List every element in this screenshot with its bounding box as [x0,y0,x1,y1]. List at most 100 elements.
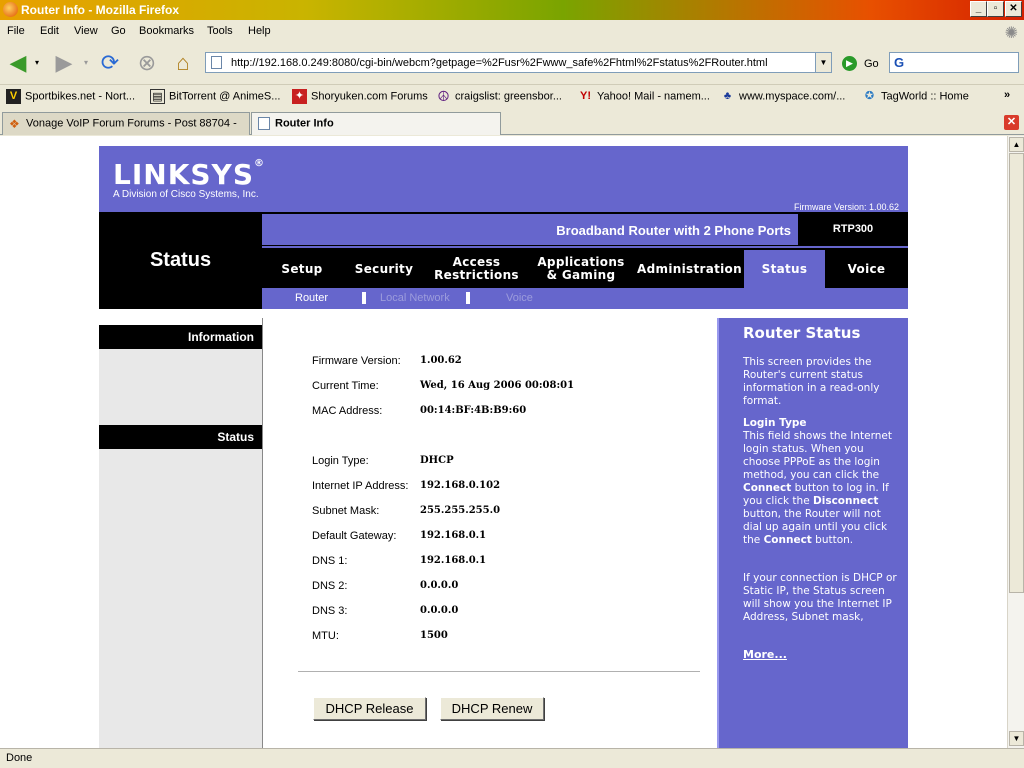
google-search-icon: G [894,55,905,70]
close-tab-icon[interactable]: ✕ [1004,115,1019,130]
home-icon[interactable]: ⌂ [170,50,196,76]
subtab-voice[interactable]: Voice [506,292,533,304]
vertical-scrollbar[interactable]: ▲ ▼ [1007,136,1024,748]
bookmark-item[interactable]: V Sportbikes.net - Nort... [6,89,135,104]
minimize-button[interactable]: _ [970,1,987,17]
navigation-toolbar: ◀ ▾ ▶ ▾ ⟳ ⊗ ⌂ http://192.168.0.249:8080/… [0,44,1024,82]
peace-icon: ☮ [437,88,450,104]
dns3-value: 0.0.0.0 [420,605,459,616]
bookmark-item[interactable]: ☮ craigslist: greensbor... [436,89,562,104]
header-firmware-version: Firmware Version: 1.00.62 [793,202,899,212]
firefox-icon [3,2,18,17]
help-login-text: This field shows the Internet login stat… [743,430,892,546]
page-icon [211,56,222,69]
section-status: Status [99,425,262,449]
menu-bookmarks[interactable]: Bookmarks [139,25,194,37]
default-gateway-label: Default Gateway: [312,530,397,542]
internet-ip-value: 192.168.0.102 [420,480,501,491]
yahoo-icon: Y! [580,90,591,102]
maximize-button[interactable]: ▫ [987,1,1004,17]
subtab-local-network[interactable]: Local Network [380,292,450,304]
tagworld-icon: ✪ [864,90,875,102]
menu-bar: File Edit View Go Bookmarks Tools Help ✺ [0,22,1024,42]
sidebar-spacer [99,449,262,748]
tab-security[interactable]: Security [342,250,426,288]
close-window-button[interactable]: ✕ [1005,1,1022,17]
tab-vonage[interactable]: ❖ Vonage VoIP Forum Forums - Post 88704 - [2,112,250,135]
status-panel: Firmware Version: 1.00.62 Current Time: … [262,318,717,748]
help-more-link[interactable]: More... [743,648,787,661]
help-login-heading: Login Type [743,417,807,429]
bookmark-item[interactable]: Y! Yahoo! Mail - namem... [578,89,710,104]
help-dhcp-note: If your connection is DHCP or Static IP,… [743,572,897,623]
dns3-label: DNS 3: [312,605,348,617]
bookmark-item[interactable]: ♣ www.myspace.com/... [720,89,845,104]
login-type-label: Login Type: [312,455,369,467]
sidebar-spacer [99,349,262,425]
tab-bar: ❖ Vonage VoIP Forum Forums - Post 88704 -… [0,110,1024,135]
dhcp-release-button[interactable]: DHCP Release [313,697,426,720]
stop-icon[interactable]: ⊗ [134,50,160,76]
model-number: RTP300 [832,223,874,235]
back-dropdown-icon[interactable]: ▾ [31,50,43,76]
dns1-label: DNS 1: [312,555,348,567]
bookmarks-overflow-icon[interactable]: » [1004,89,1010,101]
forward-dropdown-icon[interactable]: ▾ [80,50,92,76]
linksys-logo: LINKSYS® [113,158,265,191]
tab-router-info[interactable]: Router Info [251,112,501,135]
go-icon[interactable]: ▶ [842,56,857,71]
sportbikes-icon: V [6,89,21,104]
help-panel: Router Status This screen provides the R… [717,318,908,748]
bookmark-item[interactable]: ▤ BitTorrent @ AnimeS... [150,89,280,104]
myspace-icon: ♣ [723,90,732,102]
tab-voice[interactable]: Voice [825,250,908,288]
menu-file[interactable]: File [7,25,25,37]
tab-applications-gaming[interactable]: Applications & Gaming [527,250,635,288]
status-text: Done [6,752,33,764]
vonage-icon: ❖ [9,117,20,131]
tab-setup[interactable]: Setup [262,250,342,288]
url-dropdown-icon[interactable]: ▼ [815,53,831,72]
url-bar[interactable]: http://192.168.0.249:8080/cgi-bin/webcm?… [205,52,832,73]
linksys-subtitle: A Division of Cisco Systems, Inc. [113,189,259,200]
menu-edit[interactable]: Edit [40,25,59,37]
tab-status[interactable]: Status [744,250,825,288]
tab-access-restrictions[interactable]: Access Restrictions [426,250,527,288]
menu-divider [262,246,908,248]
scroll-down-icon[interactable]: ▼ [1009,731,1024,746]
page-title: Status [149,249,212,271]
menu-tools[interactable]: Tools [207,25,233,37]
reload-icon[interactable]: ⟳ [97,50,123,76]
scroll-up-icon[interactable]: ▲ [1009,137,1024,152]
tab-administration[interactable]: Administration [635,250,744,288]
go-button[interactable]: Go [864,58,879,70]
mac-address-value: 00:14:BF:4B:B9:60 [420,405,527,416]
bookmark-item[interactable]: ✪ TagWorld :: Home [862,89,969,104]
menu-help[interactable]: Help [248,25,271,37]
dhcp-renew-button[interactable]: DHCP Renew [440,697,544,720]
firmware-version-label: Firmware Version: [312,355,401,367]
mtu-value: 1500 [420,630,448,641]
throbber-icon: ✺ [1004,25,1018,42]
bittorrent-icon: ▤ [150,89,165,104]
menu-view[interactable]: View [74,25,98,37]
search-input[interactable]: G [889,52,1019,73]
help-title: Router Status [743,324,861,342]
bookmark-item[interactable]: ✦ Shoryuken.com Forums [292,89,428,104]
subnet-mask-value: 255.255.255.0 [420,505,501,516]
mac-address-label: MAC Address: [312,405,383,417]
subtab-router[interactable]: Router [295,292,328,304]
page-icon [258,117,270,130]
bookmarks-toolbar: V Sportbikes.net - Nort... ▤ BitTorrent @ … [0,84,1024,108]
firmware-version-value: 1.00.62 [420,355,462,366]
current-time-value: Wed, 16 Aug 2006 00:08:01 [420,380,575,391]
menu-go[interactable]: Go [111,25,126,37]
shoryuken-icon: ✦ [292,89,307,104]
submenu-bar [262,288,908,309]
forward-icon[interactable]: ▶ [51,50,77,76]
url-text[interactable]: http://192.168.0.249:8080/cgi-bin/webcm?… [231,57,768,69]
login-type-value: DHCP [420,455,454,466]
back-icon[interactable]: ◀ [5,50,31,76]
scrollbar-thumb[interactable] [1009,153,1024,593]
subnet-mask-label: Subnet Mask: [312,505,380,517]
